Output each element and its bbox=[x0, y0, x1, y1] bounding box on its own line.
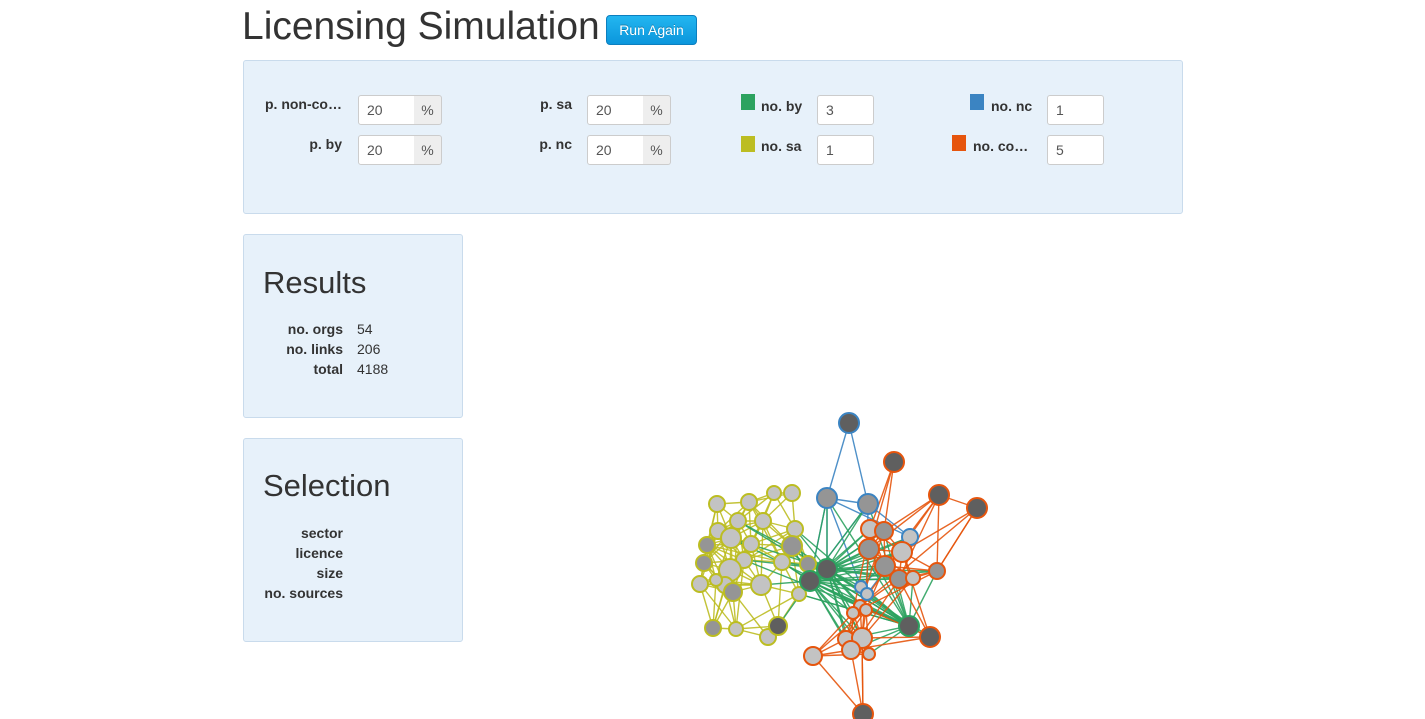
graph-node[interactable] bbox=[928, 562, 946, 580]
graph-node[interactable] bbox=[708, 495, 726, 513]
network-graph[interactable] bbox=[0, 0, 1425, 719]
graph-node[interactable] bbox=[691, 575, 709, 593]
graph-link bbox=[936, 507, 978, 572]
graph-node[interactable] bbox=[799, 570, 821, 592]
graph-node[interactable] bbox=[723, 582, 743, 602]
graph-node[interactable] bbox=[859, 603, 873, 617]
graph-node[interactable] bbox=[695, 554, 713, 572]
graph-node[interactable] bbox=[754, 512, 772, 530]
graph-link bbox=[936, 494, 940, 572]
graph-node[interactable] bbox=[783, 484, 801, 502]
graph-node[interactable] bbox=[766, 485, 782, 501]
graph-node[interactable] bbox=[740, 493, 758, 511]
graph-node[interactable] bbox=[841, 640, 861, 660]
graph-node[interactable] bbox=[816, 487, 838, 509]
graph-node[interactable] bbox=[704, 619, 722, 637]
graph-node[interactable] bbox=[803, 646, 823, 666]
graph-node[interactable] bbox=[773, 553, 791, 571]
graph-node[interactable] bbox=[720, 527, 742, 549]
graph-node[interactable] bbox=[816, 558, 838, 580]
graph-link bbox=[826, 422, 850, 499]
graph-node[interactable] bbox=[891, 541, 913, 563]
graph-node[interactable] bbox=[858, 538, 880, 560]
graph-node[interactable] bbox=[966, 497, 988, 519]
graph-node[interactable] bbox=[838, 412, 860, 434]
graph-node[interactable] bbox=[742, 535, 760, 553]
graph-link bbox=[848, 422, 869, 505]
graph-node[interactable] bbox=[698, 536, 716, 554]
graph-node[interactable] bbox=[883, 451, 905, 473]
graph-link bbox=[861, 637, 864, 715]
graph-node[interactable] bbox=[852, 703, 874, 719]
graph-node[interactable] bbox=[905, 570, 921, 586]
graph-link bbox=[812, 655, 864, 715]
graph-node[interactable] bbox=[898, 615, 920, 637]
graph-node[interactable] bbox=[860, 587, 874, 601]
graph-node[interactable] bbox=[874, 521, 894, 541]
graph-node[interactable] bbox=[768, 616, 788, 636]
graph-node[interactable] bbox=[862, 647, 876, 661]
graph-node[interactable] bbox=[729, 512, 747, 530]
graph-node[interactable] bbox=[709, 573, 723, 587]
graph-node[interactable] bbox=[728, 621, 744, 637]
graph-node[interactable] bbox=[750, 574, 772, 596]
graph-node[interactable] bbox=[786, 520, 804, 538]
graph-node[interactable] bbox=[919, 626, 941, 648]
graph-node[interactable] bbox=[846, 606, 860, 620]
graph-node[interactable] bbox=[799, 555, 817, 573]
graph-node[interactable] bbox=[781, 535, 803, 557]
graph-node[interactable] bbox=[857, 493, 879, 515]
graph-node[interactable] bbox=[928, 484, 950, 506]
